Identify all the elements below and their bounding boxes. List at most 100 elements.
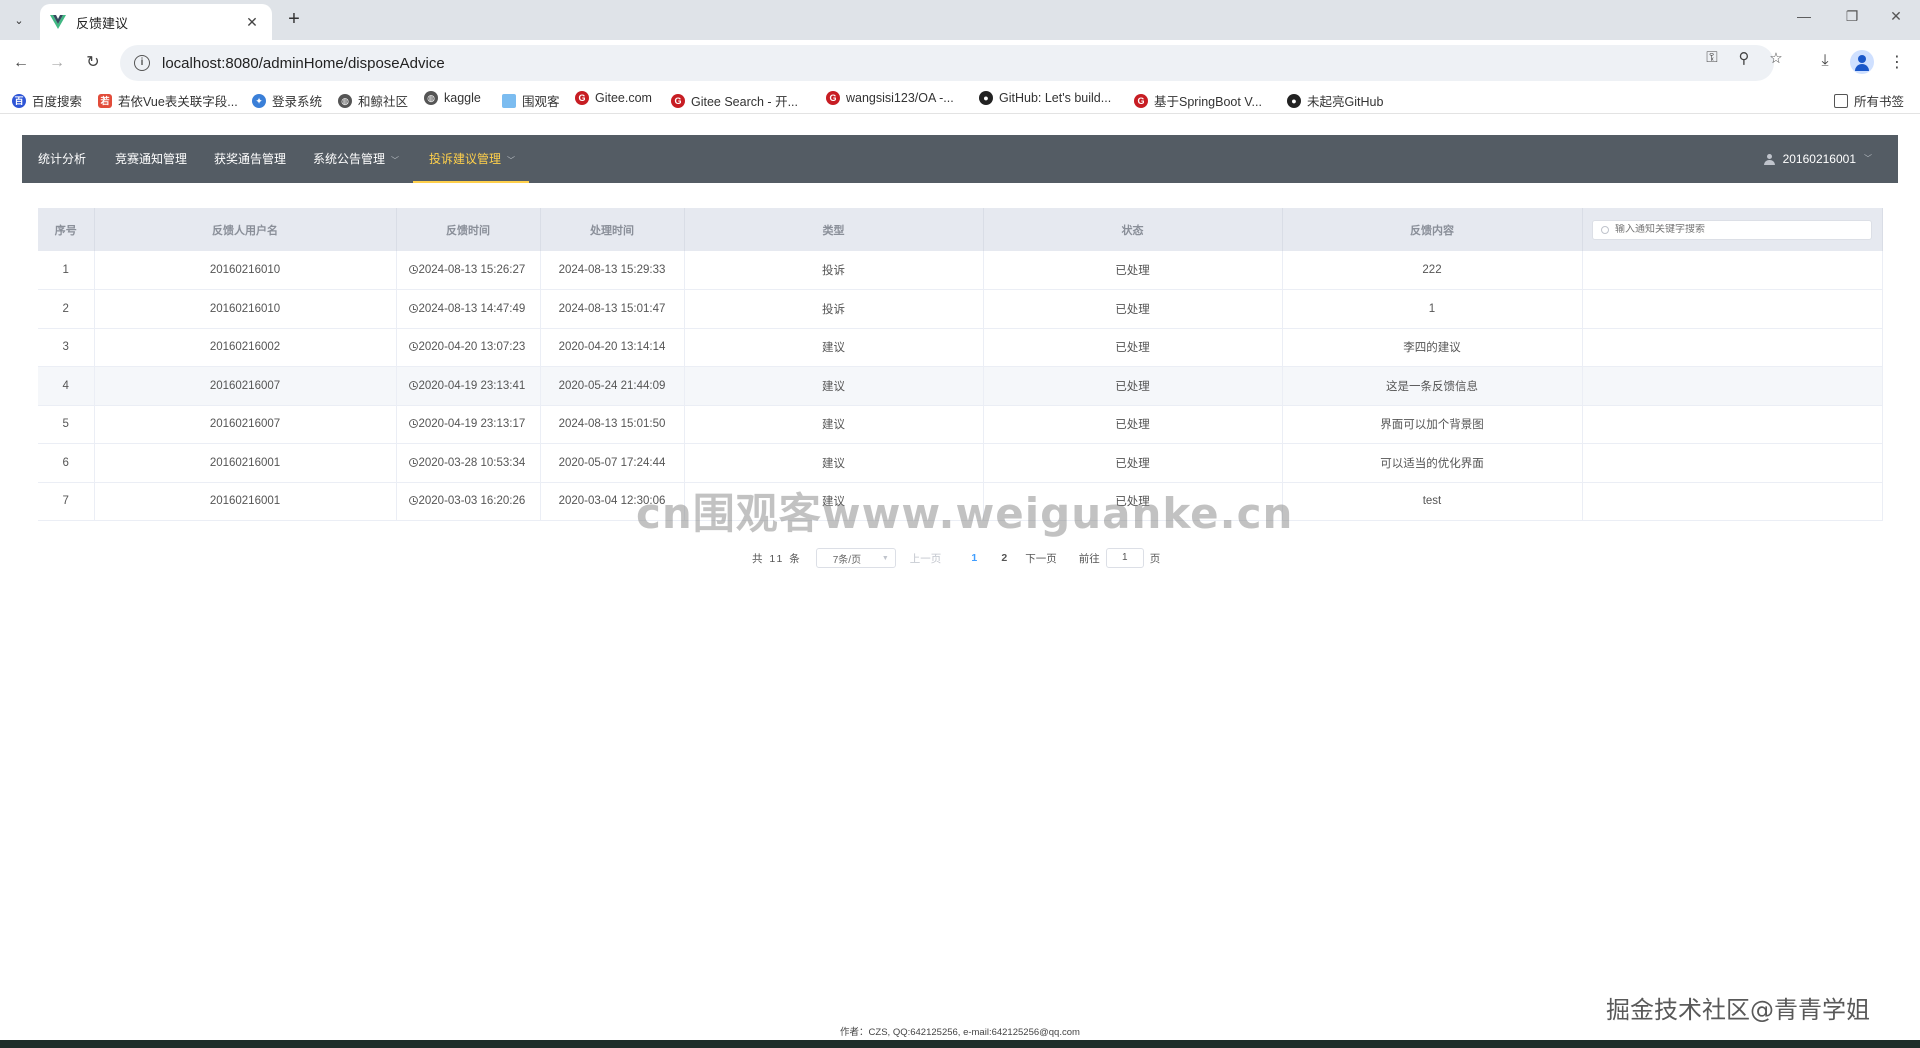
bookmark-item[interactable]: ◍ kaggle: [424, 91, 481, 105]
app-nav-menu: 统计分析 竞赛通知管理 获奖通告管理 系统公告管理 ﹀ 投诉建议管理 ﹀ 20160…: [22, 135, 1898, 183]
cell-feedback-time: 2020-04-20 13:07:23: [396, 328, 541, 367]
table-row[interactable]: 4 20160216007 2020-04-19 23:13:41 2020-05-2…: [38, 366, 1883, 406]
bookmark-item[interactable]: Gwangsisi123/OA -...: [826, 91, 954, 105]
close-window-icon[interactable]: ✕: [1876, 8, 1916, 25]
bookmark-item[interactable]: G 基于SpringBoot V...: [1134, 91, 1262, 110]
url-text[interactable]: localhost:8080/adminHome/disposeAdvice: [162, 55, 445, 72]
table-row[interactable]: 1 20160216010 2024-08-13 15:26:27 2024-08-1…: [38, 251, 1883, 290]
header-status[interactable]: 状态: [983, 208, 1283, 251]
page-size-select[interactable]: 7条/页 ▼: [815, 548, 896, 568]
header-type[interactable]: 类型: [684, 208, 984, 251]
password-key-icon[interactable]: ⚿: [1702, 49, 1722, 66]
cell-type: 建议: [684, 366, 984, 406]
cell-handle-time: 2024-08-13 15:29:33: [540, 251, 685, 290]
cell-feedback-time: 2024-08-13 14:47:49: [396, 289, 541, 329]
cell-content: test: [1282, 482, 1583, 521]
cell-username: 20160216007: [94, 366, 397, 406]
tab-search-button[interactable]: ⌄: [8, 9, 30, 31]
cell-username: 20160216001: [94, 482, 397, 521]
header-index[interactable]: 序号: [38, 208, 95, 251]
cell-empty: [1582, 289, 1883, 329]
globe-icon: ◍: [338, 93, 352, 108]
browser-toolbar: ← → ↻ i localhost:8080/adminHome/dispose…: [0, 40, 1920, 86]
page-number[interactable]: 2: [989, 552, 1019, 564]
bookmark-item[interactable]: G Gitee Search - 开...: [671, 91, 798, 110]
goto-page-input[interactable]: 1: [1105, 548, 1144, 568]
nav-item-competition-notice[interactable]: 竞赛通知管理: [115, 135, 187, 183]
clock-icon: [408, 496, 418, 506]
cell-index: 7: [38, 482, 95, 521]
restore-icon[interactable]: ❐: [1832, 8, 1872, 25]
vue-logo-icon: [50, 15, 66, 29]
nav-item-system-announcement[interactable]: 系统公告管理 ﹀: [313, 135, 399, 183]
site-info-icon[interactable]: i: [134, 55, 150, 71]
search-icon: [1601, 225, 1609, 234]
close-tab-icon[interactable]: ✕: [242, 14, 262, 31]
nav-item-award-notice[interactable]: 获奖通告管理: [214, 135, 286, 183]
cell-handle-time: 2020-04-20 13:14:14: [540, 328, 685, 367]
cell-type: 投诉: [684, 251, 984, 290]
cell-feedback-time: 2020-04-19 23:13:17: [396, 405, 541, 444]
zoom-icon[interactable]: ⚲: [1734, 49, 1754, 67]
baidu-icon: 百: [12, 93, 26, 108]
back-icon[interactable]: ←: [10, 52, 32, 74]
browser-tab-strip: ⌄ 反馈建议 ✕ + — ❐ ✕: [0, 0, 1920, 40]
new-tab-icon[interactable]: +: [282, 8, 306, 32]
address-bar[interactable]: i localhost:8080/adminHome/disposeAdvice: [120, 45, 1774, 81]
bookmark-item[interactable]: ● GitHub: Let's build...: [979, 91, 1111, 105]
next-page-button[interactable]: 下一页: [1025, 551, 1057, 566]
cell-empty: [1582, 482, 1883, 521]
header-feedback-time[interactable]: 反馈时间: [396, 208, 541, 251]
bookmark-item[interactable]: G Gitee.com: [575, 91, 652, 105]
cell-content: 李四的建议: [1282, 328, 1583, 367]
cell-handle-time: 2024-08-13 15:01:50: [540, 405, 685, 444]
gitee-icon: G: [575, 91, 589, 105]
page-number[interactable]: 1: [959, 552, 989, 564]
forward-icon[interactable]: →: [46, 52, 68, 74]
header-username[interactable]: 反馈人用户名: [94, 208, 397, 251]
bookmark-item[interactable]: ◍ 和鲸社区: [338, 91, 408, 110]
bookmark-item[interactable]: 若若依Vue表关联字段...: [98, 91, 238, 110]
nav-item-complaint-advice[interactable]: 投诉建议管理 ﹀: [413, 135, 529, 183]
table-row[interactable]: 5 20160216007 2020-04-19 23:13:17 2024-08-1…: [38, 405, 1883, 444]
minimize-icon[interactable]: —: [1784, 8, 1824, 24]
bookmark-item[interactable]: 百百度搜索: [12, 91, 82, 110]
table-row[interactable]: 2 20160216010 2024-08-13 14:47:49 2024-08-1…: [38, 289, 1883, 329]
globe-icon: ◍: [424, 91, 438, 105]
bookmark-star-icon[interactable]: ☆: [1766, 49, 1786, 67]
browser-menu-icon[interactable]: ⋮: [1886, 52, 1908, 72]
header-content[interactable]: 反馈内容: [1282, 208, 1583, 251]
watermark-center: cn围观客www.weiguanke.cn: [636, 489, 1294, 538]
header-handle-time[interactable]: 处理时间: [540, 208, 685, 251]
gitee-icon: G: [826, 91, 840, 105]
clock-icon: [408, 342, 418, 352]
chevron-down-icon: ﹀: [507, 156, 516, 165]
bookmark-item[interactable]: ● 未起亮GitHub: [1287, 91, 1383, 110]
download-icon[interactable]: ⤓: [1814, 52, 1836, 70]
cell-index: 1: [38, 251, 95, 290]
gitee-icon: G: [1134, 93, 1148, 108]
prev-page-button[interactable]: 上一页: [910, 551, 942, 566]
header-search: [1582, 208, 1883, 251]
nav-item-statistics[interactable]: 统计分析: [38, 135, 86, 183]
table-row[interactable]: 3 20160216002 2020-04-20 13:07:23 2020-04-2…: [38, 328, 1883, 367]
search-field[interactable]: [1592, 219, 1872, 240]
clock-icon: [408, 457, 418, 467]
browser-tab[interactable]: 反馈建议 ✕: [40, 4, 272, 40]
bookmark-item[interactable]: 围观客: [502, 91, 560, 110]
all-bookmarks[interactable]: 所有书签: [1834, 91, 1904, 110]
watermark-bottom-right: 掘金技术社区@青青学姐: [1606, 996, 1870, 1024]
bookmark-item[interactable]: ✦ 登录系统: [252, 91, 322, 110]
chevron-down-icon: ▼: [881, 554, 889, 562]
reload-icon[interactable]: ↻: [82, 52, 104, 74]
cell-feedback-time: 2020-03-28 10:53:34: [396, 443, 541, 483]
profile-avatar-icon[interactable]: [1850, 50, 1874, 74]
search-input[interactable]: [1615, 224, 1855, 235]
cell-username: 20160216007: [94, 405, 397, 444]
github-icon: ●: [1287, 93, 1301, 108]
weiguanke-icon: [502, 93, 516, 108]
table-row[interactable]: 6 20160216001 2020-03-28 10:53:34 2020-05-0…: [38, 443, 1883, 483]
cell-content: 222: [1282, 251, 1583, 290]
user-menu[interactable]: 20160216001 ﹀: [1763, 135, 1872, 183]
cell-status: 已处理: [983, 251, 1283, 290]
